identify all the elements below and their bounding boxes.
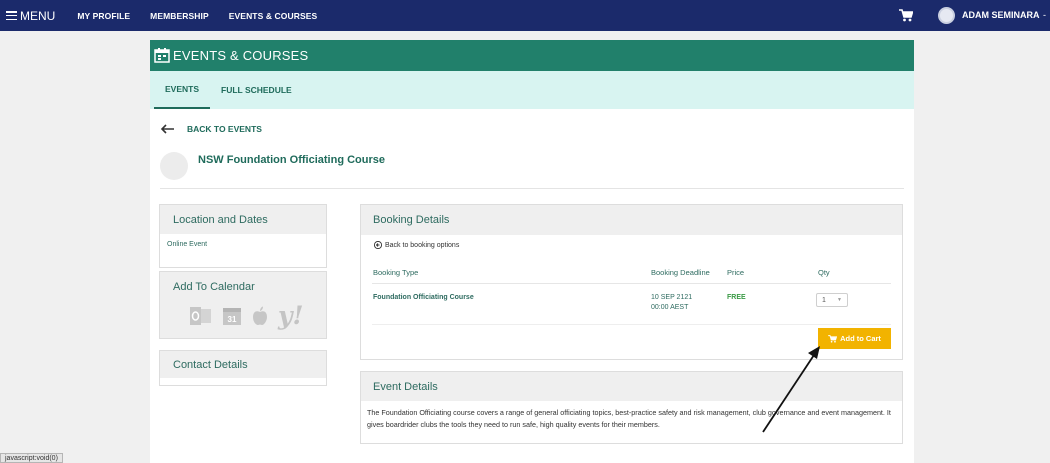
contact-details-heading: Contact Details xyxy=(160,351,326,378)
booking-details-heading: Booking Details xyxy=(361,205,902,235)
add-to-cart-label: Add to Cart xyxy=(840,334,881,343)
calendar-options: 31 y! xyxy=(160,303,326,328)
panel-header: EVENTS & COURSES xyxy=(150,40,914,71)
booking-deadline-time: 00:00 AEST xyxy=(651,304,689,311)
column-header-price: Price xyxy=(727,268,745,277)
event-title: NSW Foundation Officiating Course xyxy=(198,154,385,166)
google-calendar-icon[interactable]: 31 xyxy=(222,306,242,326)
menu-button[interactable]: MENU xyxy=(6,9,55,23)
tab-events[interactable]: EVENTS xyxy=(154,71,211,109)
nav-link-events-courses[interactable]: EVENTS & COURSES xyxy=(229,11,318,21)
back-to-booking-options-link[interactable]: Back to booking options xyxy=(374,241,459,249)
event-details-text: The Foundation Officiating course covers… xyxy=(367,408,891,429)
yahoo-icon[interactable]: y! xyxy=(278,303,304,328)
cart-icon xyxy=(828,334,838,343)
back-to-booking-options-label: Back to booking options xyxy=(385,241,460,249)
back-to-events-link[interactable]: BACK TO EVENTS xyxy=(160,124,262,134)
add-to-calendar-box: Add To Calendar 31 y! xyxy=(159,271,327,339)
nav-link-my-profile[interactable]: MY PROFILE xyxy=(77,11,130,21)
add-to-cart-button[interactable]: Add to Cart xyxy=(818,328,891,349)
location-dates-box: Location and Dates Online Event xyxy=(159,204,327,268)
column-header-booking-type: Booking Type xyxy=(373,268,419,277)
tab-full-schedule[interactable]: FULL SCHEDULE xyxy=(210,71,303,109)
chevron-down-icon: ▼ xyxy=(837,297,842,303)
event-details-heading: Event Details xyxy=(361,372,902,401)
booking-deadline-date: 10 SEP 2121 xyxy=(651,294,693,301)
menu-label: MENU xyxy=(20,8,56,23)
outlook-icon[interactable] xyxy=(190,306,212,326)
status-bar: javascript:void(0) xyxy=(0,453,63,463)
user-avatar[interactable] xyxy=(938,7,955,24)
top-navbar: MENU MY PROFILE MEMBERSHIP EVENTS & COUR… xyxy=(0,0,1050,31)
apple-icon[interactable] xyxy=(252,306,268,326)
table-divider xyxy=(372,283,891,284)
cart-icon[interactable] xyxy=(899,9,913,22)
user-menu-caret[interactable]: - xyxy=(1043,10,1046,20)
table-divider xyxy=(372,324,891,325)
back-to-events-label: BACK TO EVENTS xyxy=(187,124,262,134)
panel-title: EVENTS & COURSES xyxy=(173,48,309,63)
arrow-left-icon xyxy=(160,124,174,134)
event-details-box: Event Details The Foundation Officiating… xyxy=(360,371,903,444)
divider xyxy=(160,188,904,189)
contact-details-box: Contact Details xyxy=(159,350,327,386)
column-header-qty: Qty xyxy=(818,268,830,277)
event-avatar xyxy=(160,152,188,180)
booking-type-value: Foundation Officiating Course xyxy=(373,294,474,301)
booking-details-box: Booking Details Back to booking options … xyxy=(360,204,903,360)
user-name[interactable]: ADAM SEMINARA xyxy=(962,10,1040,20)
booking-deadline-value: 10 SEP 2121 00:00 AEST xyxy=(651,293,692,313)
qty-select[interactable]: 1 ▼ xyxy=(816,293,848,307)
calendar-icon xyxy=(154,48,170,63)
column-header-booking-deadline: Booking Deadline xyxy=(651,268,710,277)
add-to-calendar-heading: Add To Calendar xyxy=(160,272,326,302)
google-calendar-glyph: 31 xyxy=(228,315,237,324)
location-value: Online Event xyxy=(167,241,208,248)
location-dates-heading: Location and Dates xyxy=(160,205,326,234)
arrow-circle-left-icon xyxy=(374,241,382,249)
nav-link-membership[interactable]: MEMBERSHIP xyxy=(150,11,209,21)
qty-value: 1 xyxy=(822,296,826,304)
events-panel: EVENTS & COURSES EVENTS FULL SCHEDULE BA… xyxy=(150,40,914,463)
hamburger-icon xyxy=(6,11,17,20)
tab-bar: EVENTS FULL SCHEDULE xyxy=(150,71,914,109)
price-value: FREE xyxy=(727,294,746,301)
